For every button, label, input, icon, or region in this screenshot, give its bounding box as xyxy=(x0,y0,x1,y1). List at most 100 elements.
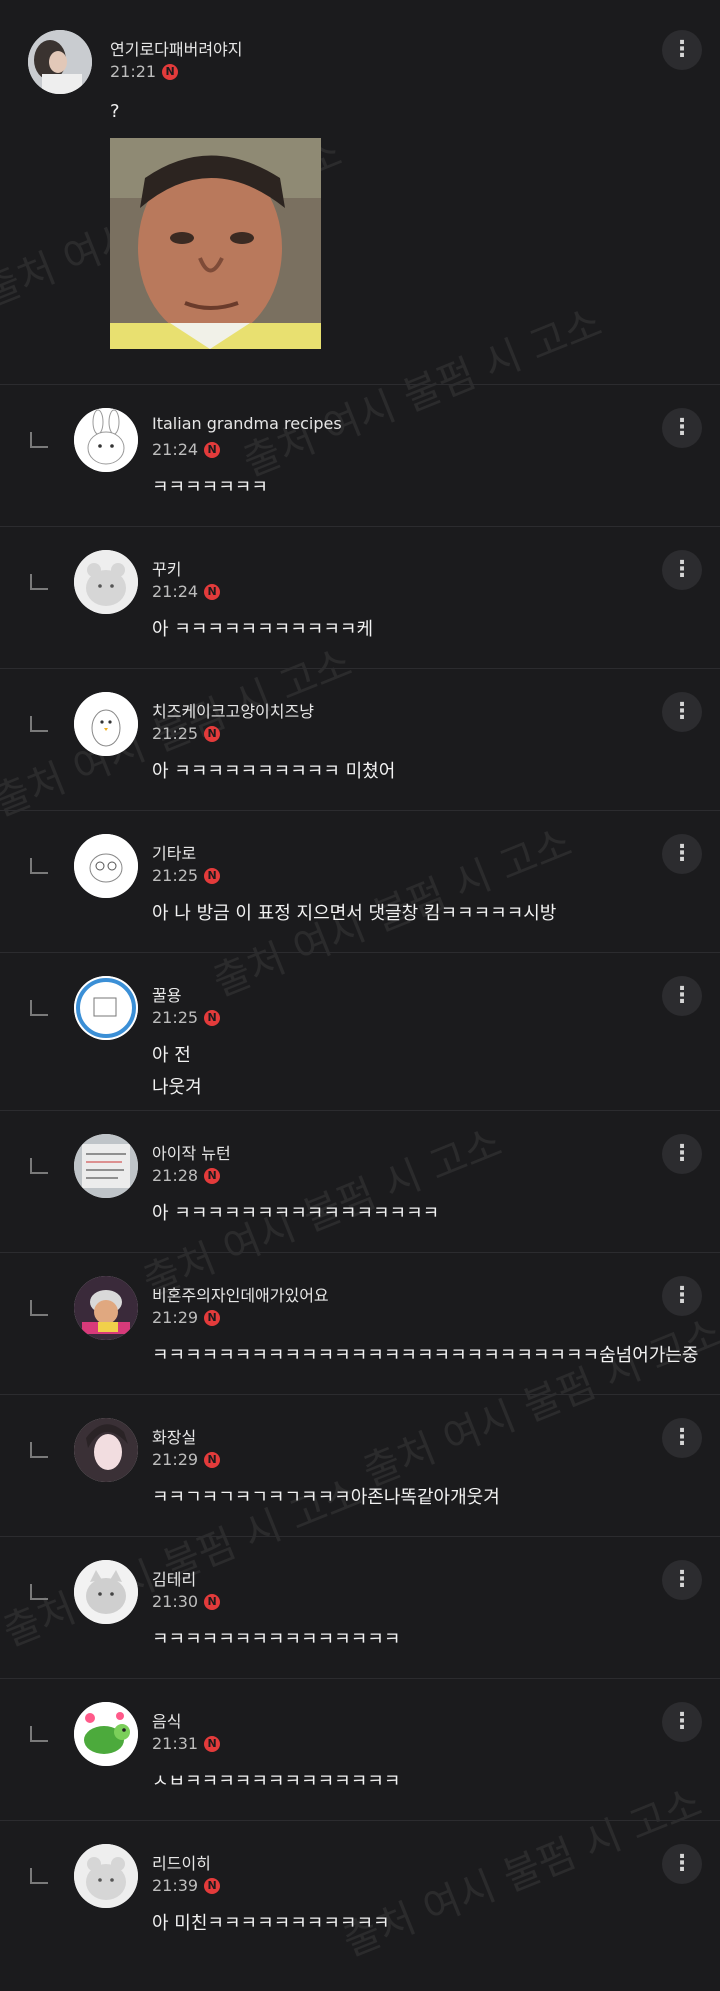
comment-meta: 21:21 N xyxy=(110,62,179,81)
reply-arrow-icon xyxy=(30,432,48,448)
user-avatar[interactable] xyxy=(28,30,92,94)
author-name[interactable]: 기타로 xyxy=(152,840,196,864)
reply-comment: 비혼주의자인데애가있어요 21:29 N ㅋㅋㅋㅋㅋㅋㅋㅋㅋㅋㅋㅋㅋㅋㅋㅋㅋㅋㅋㅋㅋㅋ… xyxy=(0,1252,720,1395)
author-name[interactable]: 꿀용 xyxy=(152,982,181,1006)
reply-comment: 음식 21:31 N ㅅㅂㅋㅋㅋㅋㅋㅋㅋㅋㅋㅋㅋㅋㅋ ⋮ xyxy=(0,1678,720,1821)
timestamp: 21:21 xyxy=(110,62,157,81)
more-vertical-icon: ⋮ xyxy=(671,1283,693,1308)
grandma-avatar xyxy=(74,1276,138,1340)
reply-arrow-icon xyxy=(30,1868,48,1884)
more-options-button[interactable]: ⋮ xyxy=(662,1560,702,1600)
timestamp: 21:29 xyxy=(152,1308,199,1327)
more-vertical-icon: ⋮ xyxy=(671,983,693,1008)
user-avatar[interactable] xyxy=(74,1276,138,1340)
reply-arrow-icon xyxy=(30,1584,48,1600)
timestamp: 21:29 xyxy=(152,1450,199,1469)
reply-comment: 김테리 21:30 N ㅋㅋㅋㅋㅋㅋㅋㅋㅋㅋㅋㅋㅋㅋㅋ ⋮ xyxy=(0,1536,720,1679)
more-vertical-icon: ⋮ xyxy=(671,37,693,62)
more-vertical-icon: ⋮ xyxy=(671,415,693,440)
more-options-button[interactable]: ⋮ xyxy=(662,1276,702,1316)
timestamp: 21:30 xyxy=(152,1592,199,1611)
reply-comment: 아이작 뉴턴 21:28 N 아 ㅋㅋㅋㅋㅋㅋㅋㅋㅋㅋㅋㅋㅋㅋㅋㅋ ⋮ xyxy=(0,1110,720,1253)
comment-text: 아 전 나웃겨 xyxy=(152,1045,202,1098)
comment-meta: 21:25 N xyxy=(152,1008,221,1027)
more-options-button[interactable]: ⋮ xyxy=(662,30,702,70)
author-name[interactable]: 비혼주의자인데애가있어요 xyxy=(152,1282,329,1306)
comment-text: 아 ㅋㅋㅋㅋㅋㅋㅋㅋㅋㅋ 미쳤어 xyxy=(152,761,396,782)
user-avatar[interactable] xyxy=(74,1418,138,1482)
reply-comment: 리드이히 21:39 N 아 미친ㅋㅋㅋㅋㅋㅋㅋㅋㅋㅋㅋ ⋮ xyxy=(0,1820,720,1991)
comment-meta: 21:25 N xyxy=(152,724,221,743)
more-vertical-icon: ⋮ xyxy=(671,1425,693,1450)
timestamp: 21:25 xyxy=(152,866,199,885)
more-options-button[interactable]: ⋮ xyxy=(662,1702,702,1742)
new-badge: N xyxy=(204,1877,221,1894)
reply-arrow-icon xyxy=(30,1726,48,1742)
reply-arrow-icon xyxy=(30,858,48,874)
timestamp: 21:31 xyxy=(152,1734,199,1753)
reply-arrow-icon xyxy=(30,1158,48,1174)
more-options-button[interactable]: ⋮ xyxy=(662,1134,702,1174)
new-badge: N xyxy=(204,1451,221,1468)
timestamp: 21:24 xyxy=(152,582,199,601)
reply-comment: 기타로 21:25 N 아 나 방금 이 표정 지으면서 댓글창 킴ㅋㅋㅋㅋㅋ시방 ⋮ xyxy=(0,810,720,953)
comment-meta: 21:28 N xyxy=(152,1166,221,1185)
man-face-image-icon xyxy=(110,138,321,349)
comment-meta: 21:24 N xyxy=(152,440,221,459)
new-badge: N xyxy=(204,1167,221,1184)
more-vertical-icon: ⋮ xyxy=(671,1709,693,1734)
new-badge: N xyxy=(204,725,221,742)
author-name[interactable]: 아이작 뉴턴 xyxy=(152,1140,231,1164)
timestamp: 21:25 xyxy=(152,724,199,743)
author-name[interactable]: 연기로다패버려야지 xyxy=(110,36,242,60)
reply-comment: 화장실 21:29 N ㅋㅋㄱㅋㄱㅋㄱㅋㄱㅋㅋㅋ아존나똑같아개웃겨 ⋮ xyxy=(0,1394,720,1537)
reply-arrow-icon xyxy=(30,574,48,590)
reply-arrow-icon xyxy=(30,716,48,732)
penguin-avatar xyxy=(74,692,138,756)
more-options-button[interactable]: ⋮ xyxy=(662,1844,702,1884)
user-avatar[interactable] xyxy=(74,1560,138,1624)
user-avatar[interactable] xyxy=(74,550,138,614)
comment-meta: 21:24 N xyxy=(152,582,221,601)
author-name[interactable]: 김테리 xyxy=(152,1566,196,1590)
new-badge: N xyxy=(204,441,221,458)
drawing-avatar xyxy=(74,976,138,1040)
more-options-button[interactable]: ⋮ xyxy=(662,834,702,874)
comment-text: ㅋㅋㅋㅋㅋㅋㅋㅋㅋㅋㅋㅋㅋㅋㅋ xyxy=(152,1629,401,1650)
reply-arrow-icon xyxy=(30,1300,48,1316)
bear-avatar xyxy=(74,550,138,614)
more-options-button[interactable]: ⋮ xyxy=(662,692,702,732)
more-vertical-icon: ⋮ xyxy=(671,699,693,724)
attached-image[interactable] xyxy=(110,138,321,349)
comment-text: ? xyxy=(110,101,120,122)
reply-arrow-icon xyxy=(30,1000,48,1016)
more-vertical-icon: ⋮ xyxy=(671,557,693,582)
timestamp: 21:25 xyxy=(152,1008,199,1027)
more-options-button[interactable]: ⋮ xyxy=(662,550,702,590)
user-avatar[interactable] xyxy=(74,692,138,756)
bunny-avatar xyxy=(74,408,138,472)
author-name[interactable]: 화장실 xyxy=(152,1424,196,1448)
anime-avatar xyxy=(74,1418,138,1482)
more-options-button[interactable]: ⋮ xyxy=(662,1418,702,1458)
new-badge: N xyxy=(204,1735,221,1752)
timestamp: 21:39 xyxy=(152,1876,199,1895)
user-avatar[interactable] xyxy=(74,1134,138,1198)
more-vertical-icon: ⋮ xyxy=(671,1567,693,1592)
author-name[interactable]: 꾸키 xyxy=(152,556,181,580)
comment-text: ㅅㅂㅋㅋㅋㅋㅋㅋㅋㅋㅋㅋㅋㅋㅋ xyxy=(152,1771,401,1792)
user-avatar[interactable] xyxy=(74,1702,138,1766)
author-name[interactable]: 리드이히 xyxy=(152,1850,211,1874)
more-options-button[interactable]: ⋮ xyxy=(662,976,702,1016)
more-options-button[interactable]: ⋮ xyxy=(662,408,702,448)
author-name[interactable]: 치즈케이크고양이치즈냥 xyxy=(152,698,314,722)
cat-avatar xyxy=(74,1560,138,1624)
user-avatar[interactable] xyxy=(74,1844,138,1908)
user-avatar[interactable] xyxy=(74,408,138,472)
reply-comment: Italian grandma recipes 21:24 N ㅋㅋㅋㅋㅋㅋㅋ ⋮ xyxy=(0,384,720,527)
author-name[interactable]: 음식 xyxy=(152,1708,181,1732)
author-name[interactable]: Italian grandma recipes xyxy=(152,414,342,433)
comment-text: ㅋㅋㄱㅋㄱㅋㄱㅋㄱㅋㅋㅋ아존나똑같아개웃겨 xyxy=(152,1487,500,1508)
user-avatar[interactable] xyxy=(74,834,138,898)
user-avatar[interactable] xyxy=(74,976,138,1040)
